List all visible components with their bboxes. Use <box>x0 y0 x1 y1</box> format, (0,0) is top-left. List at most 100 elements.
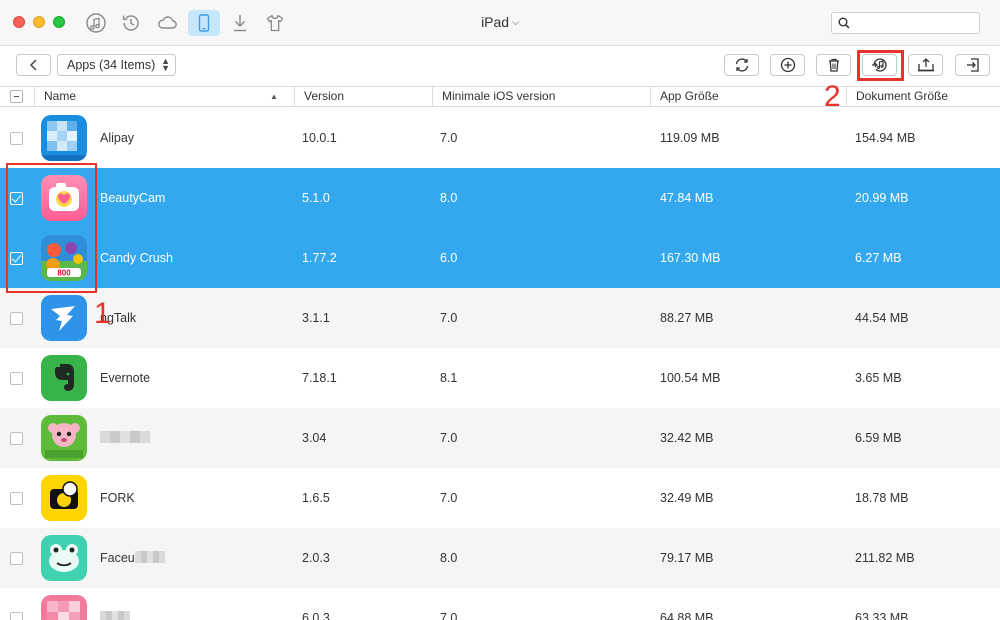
search-icon <box>838 17 850 29</box>
blurred-app-name <box>100 610 130 620</box>
table-row[interactable]: BeautyCam 5.1.0 8.0 47.84 MB 20.99 MB <box>0 168 1000 228</box>
app-version: 6.0.3 <box>302 611 330 620</box>
device-title-label: iPad <box>481 14 510 30</box>
table-row[interactable]: 3.04 7.0 32.42 MB 6.59 MB <box>0 408 1000 468</box>
partially-blurred-app-name: Faceu <box>100 550 165 566</box>
back-button[interactable] <box>16 54 51 76</box>
app-size: 32.42 MB <box>660 431 714 445</box>
zoom-window-button[interactable] <box>53 16 65 28</box>
fork-icon <box>41 475 87 521</box>
select-all-checkbox[interactable] <box>10 90 23 103</box>
app-version: 3.1.1 <box>302 311 330 325</box>
row-checkbox[interactable] <box>10 132 23 145</box>
download-icon[interactable] <box>228 11 252 35</box>
column-header-label: Name <box>44 89 77 103</box>
document-size: 6.27 MB <box>855 251 902 265</box>
chevron-down-icon: ⌵ <box>512 17 519 27</box>
history-icon[interactable] <box>119 11 143 35</box>
column-header-app-size[interactable]: App Größe <box>650 87 846 107</box>
app-min-ios: 8.1 <box>440 371 458 385</box>
table-row[interactable]: Alipay 10.0.1 7.0 119.09 MB 154.94 MB <box>0 108 1000 168</box>
app-version: 10.0.1 <box>302 131 337 145</box>
app-size: 167.30 MB <box>660 251 721 265</box>
music-icon[interactable] <box>84 11 108 35</box>
row-checkbox[interactable] <box>10 612 23 620</box>
button-highlight-box <box>857 50 904 81</box>
delete-button[interactable] <box>816 54 851 76</box>
column-header-label: Dokument Größe <box>856 89 949 103</box>
app-size: 64.88 MB <box>660 611 714 620</box>
app-version: 3.04 <box>302 431 327 445</box>
close-window-button[interactable] <box>13 16 25 28</box>
document-size: 6.59 MB <box>855 431 902 445</box>
document-size: 20.99 MB <box>855 191 909 205</box>
table-row[interactable]: ngTalk 3.1.1 7.0 88.27 MB 44.54 MB <box>0 288 1000 348</box>
document-size: 18.78 MB <box>855 491 909 505</box>
faceu-icon <box>41 535 87 581</box>
row-checkbox[interactable] <box>10 372 23 385</box>
table-row[interactable]: Faceu 2.0.3 8.0 79.17 MB 211.82 MB <box>0 528 1000 588</box>
app-min-ios: 8.0 <box>440 551 458 565</box>
column-header-name[interactable]: Name <box>34 87 294 107</box>
export-to-computer-button[interactable] <box>908 54 943 76</box>
column-header-version[interactable]: Version <box>294 87 432 107</box>
cloud-icon[interactable] <box>155 11 179 35</box>
app-min-ios: 7.0 <box>440 431 458 445</box>
app-name: Alipay <box>100 131 135 145</box>
category-select[interactable]: Apps (34 Items) ▲ ▼ <box>57 54 176 76</box>
app-version: 1.77.2 <box>302 251 337 265</box>
table-header: Name ▲ Version Minimale iOS version App … <box>0 86 1000 107</box>
alipay-icon <box>41 115 87 161</box>
column-header-document-size[interactable]: Dokument Größe <box>846 87 1000 107</box>
column-header-label: Minimale iOS version <box>442 89 556 103</box>
send-to-device-button[interactable] <box>955 54 990 76</box>
app-min-ios: 7.0 <box>440 311 458 325</box>
trash-icon <box>828 58 839 72</box>
column-header-label: Version <box>304 89 345 103</box>
refresh-button[interactable] <box>724 54 759 76</box>
app-size: 47.84 MB <box>660 191 714 205</box>
pink-app-icon <box>41 595 87 620</box>
table-row[interactable]: 6.0.3 7.0 64.88 MB 63.33 MB <box>0 588 1000 620</box>
toolbar: Apps (34 Items) ▲ ▼ <box>0 46 1000 86</box>
evernote-icon <box>41 355 87 401</box>
row-checkbox[interactable] <box>10 432 23 445</box>
column-header-label: App Größe <box>660 89 719 103</box>
app-size: 32.49 MB <box>660 491 714 505</box>
row-checkbox[interactable] <box>10 312 23 325</box>
tshirt-icon[interactable] <box>263 11 287 35</box>
document-size: 44.54 MB <box>855 311 909 325</box>
app-name: Faceu <box>100 551 135 565</box>
column-header-min-ios[interactable]: Minimale iOS version <box>432 87 650 107</box>
redacted-text <box>134 551 165 563</box>
app-min-ios: 7.0 <box>440 611 458 620</box>
app-version: 1.6.5 <box>302 491 330 505</box>
app-size: 119.09 MB <box>660 131 720 145</box>
app-min-ios: 6.0 <box>440 251 458 265</box>
app-min-ios: 7.0 <box>440 131 458 145</box>
search-field[interactable] <box>831 12 980 34</box>
device-icon[interactable] <box>188 10 220 36</box>
search-input[interactable] <box>854 15 976 31</box>
refresh-icon <box>735 58 748 72</box>
minimize-window-button[interactable] <box>33 16 45 28</box>
document-size: 154.94 MB <box>855 131 916 145</box>
login-arrow-icon <box>966 58 979 72</box>
row-checkbox[interactable] <box>10 552 23 565</box>
tray-upload-icon <box>917 58 934 72</box>
table-row[interactable]: FORK 1.6.5 7.0 32.49 MB 18.78 MB <box>0 468 1000 528</box>
category-select-label: Apps (34 Items) <box>67 58 156 72</box>
app-name: Evernote <box>100 371 151 385</box>
chevron-left-icon <box>29 59 37 71</box>
table-row[interactable]: 800 Candy Crush 1.77.2 6.0 167.30 MB 6.2… <box>0 228 1000 288</box>
app-name: FORK <box>100 491 135 505</box>
add-button[interactable] <box>770 54 805 76</box>
app-size: 88.27 MB <box>660 311 714 325</box>
app-name: BeautyCam <box>100 191 166 205</box>
app-size: 79.17 MB <box>660 551 714 565</box>
document-size: 3.65 MB <box>855 371 902 385</box>
step-label-2: 2 <box>824 80 841 113</box>
row-checkbox[interactable] <box>10 492 23 505</box>
table-row[interactable]: Evernote 7.18.1 8.1 100.54 MB 3.65 MB <box>0 348 1000 408</box>
blurred-app-name <box>100 430 150 446</box>
